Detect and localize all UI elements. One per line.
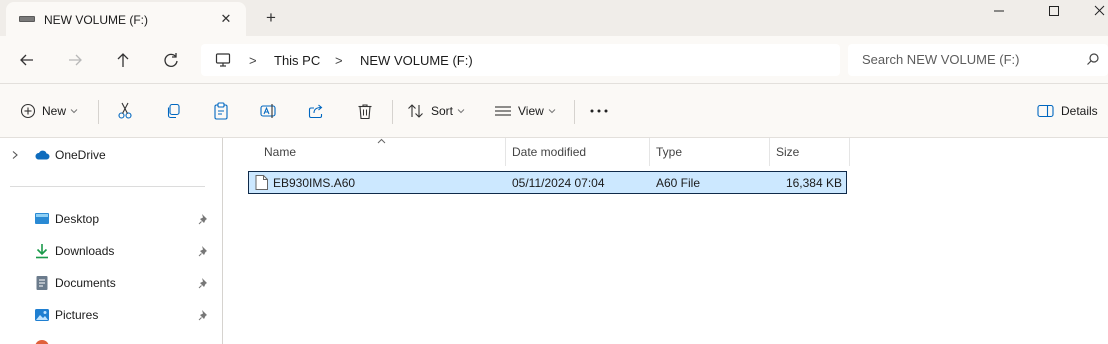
file-list: Name Date modified Type Size EB930IMS.A6… [232,138,1108,344]
column-header-label: Type [656,145,683,159]
sidebar-item-onedrive[interactable]: OneDrive [0,141,214,169]
pin-icon [198,214,207,225]
sidebar-item-label: Downloads [55,244,115,258]
title-bar: NEW VOLUME (F:) ✕ + [0,0,1108,36]
music-icon [35,340,49,344]
toolbar-divider [392,100,393,124]
breadcrumb-separator: > [335,53,343,68]
sort-icon [408,104,423,118]
sidebar-item-desktop[interactable]: Desktop [0,205,214,233]
chevron-down-icon [70,109,78,114]
search-icon [1087,53,1099,65]
copy-button[interactable] [165,98,181,124]
computer-icon [215,53,231,67]
downloads-icon [36,244,48,259]
close-window-button[interactable] [1076,0,1108,24]
pane-splitter[interactable] [222,138,223,344]
search-input[interactable] [862,52,1082,67]
file-size: 16,384 KB [785,176,842,190]
toolbar-divider [98,100,99,124]
rename-icon [260,104,276,118]
nav-scrollbar[interactable] [214,138,222,344]
sidebar-item-pictures[interactable]: Pictures [0,301,214,329]
pin-icon [198,278,207,289]
drive-icon [19,16,35,22]
column-header-size[interactable]: Size [768,138,848,166]
desktop-icon [35,213,49,224]
more-icon [590,109,608,113]
search-box[interactable] [848,44,1108,76]
breadcrumb-new-volume[interactable]: NEW VOLUME (F:) [360,53,473,68]
up-button[interactable] [112,49,134,71]
more-options-button[interactable] [589,98,609,124]
column-header-date[interactable]: Date modified [504,138,648,166]
column-header-label: Date modified [512,145,587,159]
scissors-icon [118,102,132,119]
sidebar-item-downloads[interactable]: Downloads [0,237,214,265]
tab-new-volume[interactable]: NEW VOLUME (F:) ✕ [6,2,246,36]
minimize-button[interactable] [987,0,1027,24]
sort-button[interactable]: Sort [407,98,465,124]
maximize-button[interactable] [1034,0,1074,24]
pin-icon [198,310,207,321]
new-button[interactable]: New [20,98,78,124]
sort-ascending-icon [377,138,386,144]
file-icon [255,175,268,190]
view-label: View [518,104,544,118]
pin-icon [198,246,207,257]
sidebar-item-label: OneDrive [55,148,106,162]
file-type: A60 File [656,176,701,190]
chevron-down-icon [548,109,556,114]
plus-circle-icon [20,103,36,119]
details-label: Details [1061,104,1098,118]
back-button[interactable] [16,49,38,71]
new-tab-button[interactable]: + [262,9,280,27]
address-bar[interactable]: > This PC > NEW VOLUME (F:) [201,44,840,76]
command-bar: New Sort View Details [0,84,1108,138]
forward-button[interactable] [64,49,86,71]
details-pane-icon [1037,104,1054,118]
sidebar-item-label: Documents [55,276,116,290]
clipboard-icon [214,102,228,120]
view-button[interactable]: View [494,98,556,124]
file-row[interactable]: EB930IMS.A60 05/11/2024 07:04 A60 File 1… [248,171,847,194]
tab-title: NEW VOLUME (F:) [44,13,148,27]
delete-button[interactable] [357,98,373,124]
rename-button[interactable] [260,98,278,124]
sidebar-item-label: Desktop [55,212,100,226]
navigation-pane: OneDrive Desktop Downloads Documents Pic… [0,138,214,344]
file-name: EB930IMS.A60 [273,176,356,190]
close-tab-icon[interactable]: ✕ [218,11,234,27]
refresh-button[interactable] [160,49,182,71]
column-header-label: Size [776,145,800,159]
chevron-right-icon[interactable] [10,150,20,160]
cloud-icon [35,150,50,160]
cut-button[interactable] [117,98,133,124]
pictures-icon [35,309,49,321]
column-header-type[interactable]: Type [648,138,768,166]
chevron-down-icon [457,109,465,114]
share-button[interactable] [308,98,324,124]
copy-icon [167,103,180,119]
breadcrumb-this-pc[interactable]: This PC [274,53,320,68]
documents-icon [36,276,48,290]
column-header-name[interactable]: Name [256,138,506,166]
sidebar-item-documents[interactable]: Documents [0,269,214,297]
view-list-icon [495,106,511,116]
sidebar-item-label: Pictures [55,308,99,322]
file-date: 05/11/2024 07:04 [512,176,605,190]
column-header-label: Name [264,145,297,159]
column-divider[interactable] [849,138,850,166]
trash-icon [358,103,372,119]
sort-label: Sort [431,104,454,118]
details-button[interactable]: Details [1037,98,1098,124]
address-row: > This PC > NEW VOLUME (F:) [0,36,1108,84]
toolbar-divider [574,100,575,124]
share-icon [308,104,323,119]
breadcrumb-separator: > [249,53,257,68]
paste-button[interactable] [213,98,229,124]
sidebar-item-partial[interactable] [0,333,214,344]
new-label: New [42,104,67,118]
nav-divider [10,186,205,187]
